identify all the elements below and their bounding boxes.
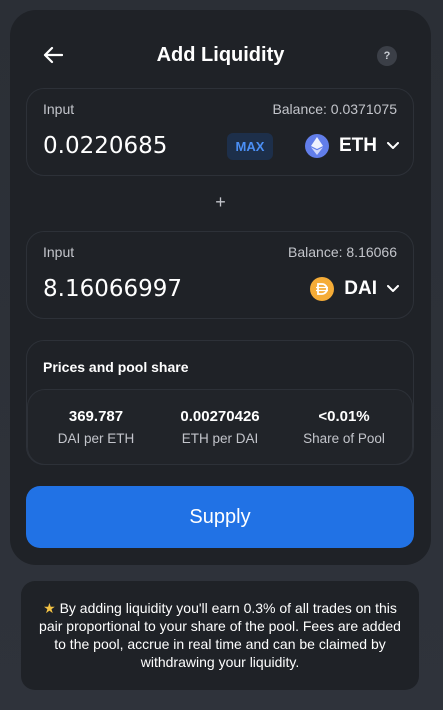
prices-panel: Prices and pool share 369.787 DAI per ET… [26,340,414,465]
token-b-balance: Balance: 8.16066 [288,244,397,260]
prices-grid: 369.787 DAI per ETH 0.00270426 ETH per D… [27,389,413,465]
price-value: 0.00270426 [180,408,260,425]
ethereum-icon [305,134,329,158]
plus-icon: + [215,192,226,212]
token-a-panel: Input Balance: 0.0371075 MAX ETH [26,88,414,176]
token-a-selector[interactable]: ETH [305,131,399,161]
question-icon: ? [383,50,391,62]
add-liquidity-card: Add Liquidity ? Input Balance: 0.0371075… [10,10,431,565]
token-b-symbol: DAI [344,278,377,299]
info-text: By adding liquidity you'll earn 0.3% of … [39,600,401,670]
token-a-symbol: ETH [339,135,377,156]
token-b-selector[interactable]: DAI [310,274,399,304]
max-button[interactable]: MAX [227,133,273,160]
chevron-down-icon [387,142,399,149]
token-b-panel: Input Balance: 8.16066 DAI [26,231,414,319]
info-notice: ★ By adding liquidity you'll earn 0.3% o… [21,581,419,690]
price-value: 369.787 [68,408,124,425]
page-title: Add Liquidity [156,44,285,66]
token-a-amount-input[interactable] [43,131,213,161]
supply-button[interactable]: Supply [26,486,414,548]
token-a-input-label: Input [43,101,75,117]
price-item: <0.01% Share of Pool [284,408,404,446]
help-button[interactable]: ? [377,46,397,66]
token-b-amount-input[interactable] [43,274,213,304]
price-item: 369.787 DAI per ETH [36,408,156,446]
prices-title: Prices and pool share [43,359,189,375]
price-label: ETH per DAI [181,431,259,446]
star-icon: ★ [43,600,56,616]
dai-icon [310,277,335,301]
share-of-pool-value: <0.01% [318,408,370,425]
header: Add Liquidity ? [10,10,431,100]
token-a-balance: Balance: 0.0371075 [272,101,397,117]
price-item: 0.00270426 ETH per DAI [160,408,280,446]
token-b-input-label: Input [43,244,75,260]
share-of-pool-label: Share of Pool [303,431,385,446]
chevron-down-icon [387,285,399,292]
price-label: DAI per ETH [57,431,135,446]
